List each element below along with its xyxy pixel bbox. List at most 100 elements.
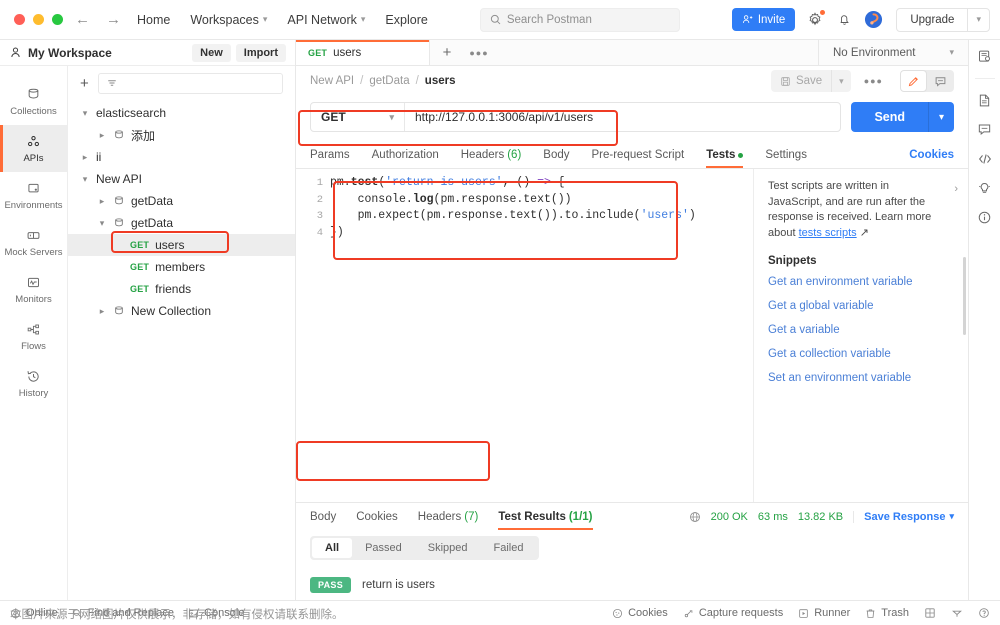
save-response-button[interactable]: Save Response ▾	[853, 510, 954, 523]
window-controls[interactable]	[10, 14, 75, 25]
filter-pill-skipped[interactable]: Skipped	[415, 538, 481, 558]
sidebar-item-monitors[interactable]: Monitors	[0, 266, 67, 313]
nav-item-api-network[interactable]: API Network ▾	[287, 13, 365, 27]
status-capture-requests[interactable]: Capture requests	[683, 607, 783, 619]
chevron-right-icon[interactable]: ▸	[97, 306, 107, 317]
snippets-scrollbar[interactable]	[963, 257, 966, 335]
snippet-item[interactable]: Set an environment variable	[768, 372, 954, 384]
tests-scripts-link[interactable]: tests scripts	[799, 227, 857, 239]
settings-gear-icon[interactable]	[806, 9, 826, 29]
response-tab-body[interactable]: Body	[310, 503, 336, 530]
filter-pill-failed[interactable]: Failed	[481, 538, 537, 558]
request-tab-params[interactable]: Params	[310, 142, 350, 168]
nav-item-explore[interactable]: Explore	[385, 13, 427, 27]
snippet-item[interactable]: Get a variable	[768, 324, 954, 336]
sidebar-item-collections[interactable]: Collections	[0, 78, 67, 125]
tree-item-folder[interactable]: ▾ elasticsearch	[68, 102, 295, 124]
maximize-window-button[interactable]	[52, 14, 63, 25]
sidebar-item-mock-servers[interactable]: Mock Servers	[0, 219, 67, 266]
chevron-down-icon[interactable]: ▾	[80, 108, 90, 119]
sidebar-item-environments[interactable]: Environments	[0, 172, 67, 219]
tree-item-request[interactable]: GET members	[68, 256, 295, 278]
edit-mode-button[interactable]	[900, 70, 927, 92]
status-trash[interactable]: Trash	[865, 607, 909, 619]
request-tab-tests[interactable]: Tests	[706, 142, 744, 168]
cookies-link[interactable]: Cookies	[909, 149, 954, 161]
workspace-name[interactable]: My Workspace	[28, 46, 112, 60]
request-options-icon[interactable]: ●●●	[860, 76, 887, 86]
chevron-down-icon[interactable]: ▾	[80, 174, 90, 185]
request-tab-settings[interactable]: Settings	[765, 142, 807, 168]
send-options-button[interactable]: ▾	[928, 102, 954, 132]
info-bulb-icon[interactable]	[977, 181, 992, 196]
send-button[interactable]: Send	[851, 102, 928, 132]
method-selector[interactable]: GET ▾	[311, 103, 405, 131]
tree-item-request[interactable]: GET friends	[68, 278, 295, 300]
code-icon[interactable]	[977, 151, 993, 167]
comment-mode-button[interactable]	[927, 70, 954, 92]
editor-code[interactable]: pm.test('return is users', () => { conso…	[330, 169, 753, 502]
response-tab-headers[interactable]: Headers (7)	[418, 503, 479, 530]
chevron-right-icon[interactable]: ▸	[97, 130, 107, 141]
status-console[interactable]: Console	[188, 607, 244, 619]
snippet-item[interactable]: Get an environment variable	[768, 276, 954, 288]
new-button[interactable]: New	[192, 43, 231, 62]
status-cookies[interactable]: Cookies	[612, 607, 668, 619]
environment-quick-look-icon[interactable]	[977, 49, 992, 64]
request-tab-pre-request-script[interactable]: Pre-request Script	[592, 142, 685, 168]
filter-pill-passed[interactable]: Passed	[352, 538, 415, 558]
documentation-icon[interactable]	[977, 93, 992, 108]
request-tab-authorization[interactable]: Authorization	[372, 142, 439, 168]
layout-icon[interactable]	[924, 607, 936, 619]
search-input[interactable]: Search Postman	[479, 7, 680, 32]
upgrade-button[interactable]: Upgrade ▾	[896, 7, 990, 32]
chevron-right-icon[interactable]: ▸	[80, 152, 90, 163]
tree-item-folder[interactable]: ▸ 添加	[68, 124, 295, 146]
import-button[interactable]: Import	[235, 43, 286, 62]
response-tab-test-results[interactable]: Test Results (1/1)	[498, 503, 593, 530]
new-tab-button[interactable]: +	[430, 40, 464, 65]
filter-input[interactable]	[97, 72, 283, 94]
status-runner[interactable]: Runner	[798, 607, 850, 619]
response-tab-cookies[interactable]: Cookies	[356, 503, 398, 530]
collapse-panel-icon[interactable]: ›	[954, 183, 958, 195]
tree-item-folder[interactable]: ▸ getData	[68, 190, 295, 212]
sidebar-item-history[interactable]: History	[0, 360, 67, 407]
nav-item-home[interactable]: Home	[137, 13, 170, 27]
tab-users[interactable]: GET users	[296, 40, 430, 65]
back-arrow-icon[interactable]: ←	[75, 12, 90, 27]
tree-item-folder[interactable]: ▾ New API	[68, 168, 295, 190]
sidebar-item-flows[interactable]: Flows	[0, 313, 67, 360]
environment-selector[interactable]: No Environment ▾	[818, 40, 968, 65]
invite-button[interactable]: Invite	[731, 8, 796, 31]
info-circle-icon[interactable]	[977, 210, 992, 225]
help-icon[interactable]	[978, 607, 990, 619]
history-navigation[interactable]: ← →	[75, 12, 121, 27]
chevron-down-icon[interactable]: ▾	[97, 218, 107, 229]
save-dropdown-icon[interactable]: ▾	[831, 70, 851, 92]
breadcrumb-item-folder[interactable]: getData	[369, 75, 409, 87]
save-button-main[interactable]: Save	[771, 75, 831, 87]
snippet-item[interactable]: Get a collection variable	[768, 348, 954, 360]
tree-item-folder[interactable]: ▸ New Collection	[68, 300, 295, 322]
request-tab-body[interactable]: Body	[543, 142, 569, 168]
status-find-replace[interactable]: Find and Replace	[72, 607, 174, 619]
comments-icon[interactable]	[977, 122, 992, 137]
sidebar-item-apis[interactable]: APIs	[0, 125, 67, 172]
tree-item-folder[interactable]: ▸ ii	[68, 146, 295, 168]
tests-code-editor[interactable]: 1 2 3 4 pm.test('return is users', () => { …	[296, 169, 753, 502]
breadcrumb-item-api[interactable]: New API	[310, 75, 354, 87]
snippet-item[interactable]: Get a global variable	[768, 300, 954, 312]
nav-item-workspaces[interactable]: Workspaces ▾	[190, 13, 267, 27]
save-button[interactable]: Save ▾	[770, 70, 851, 92]
invite-small-icon[interactable]	[951, 607, 963, 619]
tree-item-request[interactable]: GET users	[68, 234, 295, 256]
chevron-right-icon[interactable]: ▸	[97, 196, 107, 207]
forward-arrow-icon[interactable]: →	[106, 12, 121, 27]
url-input[interactable]: http://127.0.0.1:3006/api/v1/users	[405, 103, 840, 131]
close-window-button[interactable]	[14, 14, 25, 25]
minimize-window-button[interactable]	[33, 14, 44, 25]
avatar[interactable]	[864, 10, 884, 29]
tab-options-icon[interactable]: ●●●	[464, 40, 494, 65]
chevron-down-icon[interactable]: ▾	[967, 8, 989, 31]
